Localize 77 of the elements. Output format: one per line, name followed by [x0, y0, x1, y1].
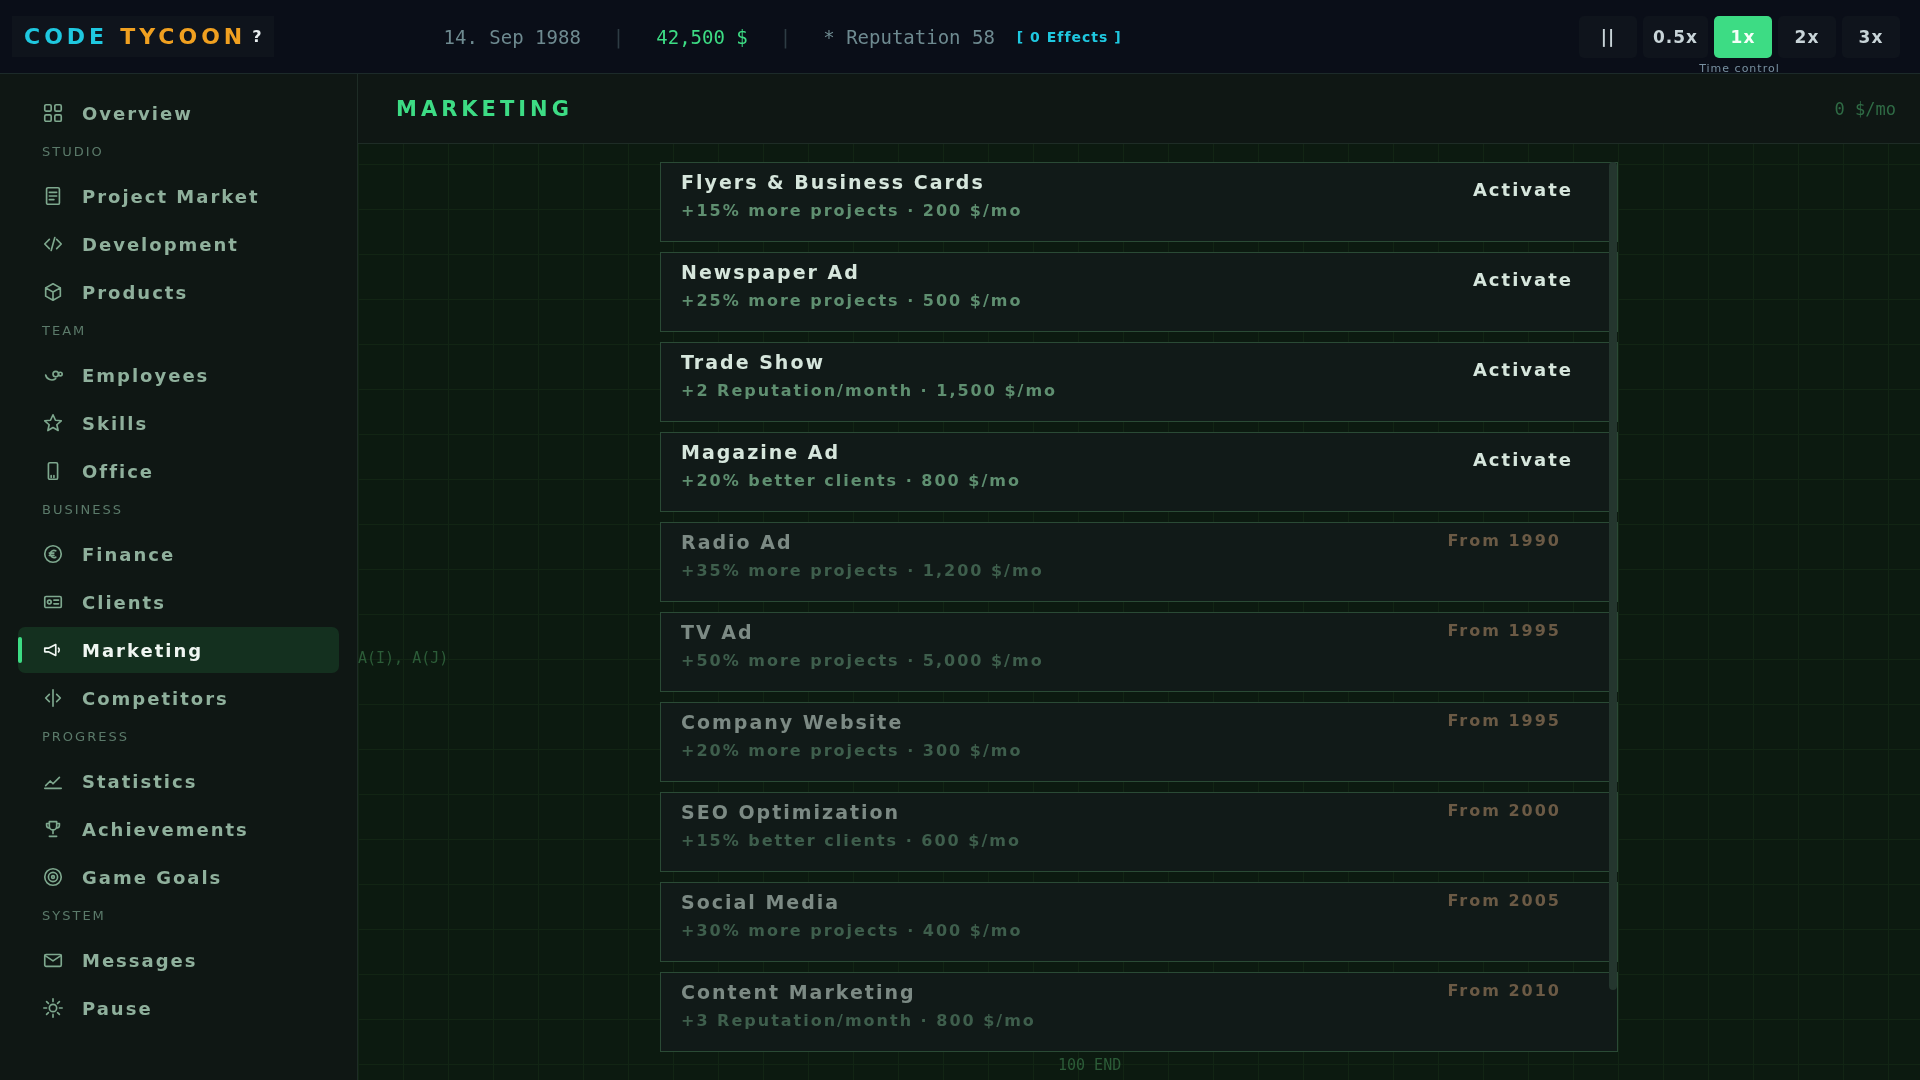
- scrollbar[interactable]: [1609, 162, 1617, 990]
- campaign-title: Newspaper Ad: [681, 261, 861, 283]
- campaign-title: Flyers & Business Cards: [681, 171, 986, 193]
- grid-icon: [42, 102, 64, 124]
- campaign-description: +50% more projects · 5,000 $/mo: [681, 651, 1044, 670]
- effects-link[interactable]: [ 0 Effects ]: [1016, 28, 1122, 45]
- money-amount: 42,500 $: [656, 25, 748, 48]
- activate-button[interactable]: Activate: [1472, 259, 1573, 300]
- target-icon: [42, 866, 64, 888]
- speed-button[interactable]: 2x: [1778, 15, 1836, 58]
- sidebar-item[interactable]: Clients: [18, 579, 339, 625]
- game-date: 14. Sep 1988: [443, 25, 581, 48]
- separator-text: |: [612, 25, 625, 48]
- section-heading: SYSTEM: [42, 908, 107, 923]
- section-heading: BUSINESS: [42, 502, 124, 517]
- activate-button[interactable]: Activate: [1472, 169, 1573, 210]
- campaign-description: +20% more projects · 300 $/mo: [681, 741, 1023, 760]
- activate-button[interactable]: Activate: [1472, 349, 1573, 390]
- sidebar-item[interactable]: Products: [18, 269, 339, 315]
- unlock-year: From 1995: [1447, 621, 1561, 640]
- sidebar-item[interactable]: Project Market: [18, 173, 339, 219]
- sidebar-item[interactable]: Employees: [18, 352, 339, 398]
- sidebar-item[interactable]: Pause: [18, 985, 339, 1031]
- campaign-title: Radio Ad: [681, 531, 794, 553]
- campaign-description: +3 Reputation/month · 800 $/mo: [681, 1011, 1036, 1030]
- sidebar-item[interactable]: Competitors: [18, 675, 339, 721]
- sidebar-item[interactable]: Statistics: [18, 758, 339, 804]
- campaign-title: Content Marketing: [681, 981, 917, 1003]
- sidebar-item[interactable]: Game Goals: [18, 854, 339, 900]
- euro-icon: [42, 543, 64, 565]
- sidebar-item[interactable]: Marketing: [18, 627, 339, 673]
- section-heading: PROGRESS: [42, 729, 130, 744]
- sidebar-item[interactable]: Achievements: [18, 806, 339, 852]
- section-heading: STUDIO: [42, 144, 105, 159]
- campaign-title: Company Website: [681, 711, 905, 733]
- section-heading: TEAM: [42, 323, 88, 338]
- campaign-title: Magazine Ad: [681, 441, 842, 463]
- activate-button[interactable]: Activate: [1472, 439, 1573, 480]
- sidebar-item[interactable]: Office: [18, 448, 339, 494]
- campaign-description: +25% more projects · 500 $/mo: [681, 291, 1023, 310]
- background-code-text: 100 END: [1058, 1056, 1122, 1074]
- sidebar-item[interactable]: Overview: [18, 90, 339, 136]
- sidebar-item[interactable]: Messages: [18, 937, 339, 983]
- monthly-cost: 0 $/mo: [1834, 98, 1896, 119]
- active-indicator: [18, 637, 22, 663]
- sidebar-item[interactable]: Development: [18, 221, 339, 267]
- campaign-description: +20% better clients · 800 $/mo: [681, 471, 1021, 490]
- unlock-year: From 1995: [1447, 711, 1561, 730]
- speed-button[interactable]: ||: [1578, 15, 1637, 58]
- sun-icon: [42, 997, 64, 1019]
- campaign-description: +2 Reputation/month · 1,500 $/mo: [681, 381, 1058, 400]
- speed-button[interactable]: 3x: [1842, 15, 1900, 58]
- campaign-title: Social Media: [681, 891, 842, 913]
- campaign-description: +15% more projects · 200 $/mo: [681, 201, 1023, 220]
- sidebar-item[interactable]: Finance: [18, 531, 339, 577]
- campaign-description: +30% more projects · 400 $/mo: [681, 921, 1023, 940]
- separator-text: |: [779, 25, 792, 48]
- speed-button[interactable]: 0.5x: [1642, 15, 1708, 58]
- logo: CODE TYCOON ?: [12, 16, 274, 57]
- campaign-title: SEO Optimization: [681, 801, 902, 823]
- unlock-year: From 2005: [1447, 891, 1561, 910]
- campaign-description: +35% more projects · 1,200 $/mo: [681, 561, 1044, 580]
- campaign-title: Trade Show: [681, 351, 826, 373]
- cube-icon: [42, 281, 64, 303]
- time-control-caption: Time control: [1698, 61, 1781, 75]
- campaign-description: +15% better clients · 600 $/mo: [681, 831, 1021, 850]
- reputation-text: * Reputation 58: [823, 25, 995, 48]
- background-code-text: A(I), A(J): [358, 649, 449, 667]
- page-title: MARKETING: [396, 96, 573, 121]
- unlock-year: From 1990: [1447, 531, 1561, 550]
- split-code-icon: [42, 687, 64, 709]
- help-button[interactable]: ?: [252, 27, 262, 46]
- unlock-year: From 2010: [1447, 981, 1561, 1000]
- sidebar-item[interactable]: Skills: [18, 400, 339, 446]
- unlock-year: From 2000: [1447, 801, 1561, 820]
- campaign-title: TV Ad: [681, 621, 755, 643]
- star-icon: [42, 412, 64, 434]
